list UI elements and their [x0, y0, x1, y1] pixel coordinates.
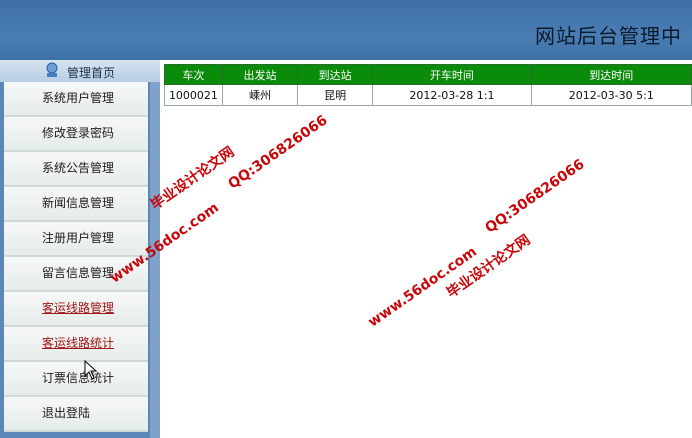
- cell-arrival-station: 昆明: [297, 84, 374, 106]
- sidebar-header[interactable]: 管理首页: [0, 60, 160, 82]
- mouse-cursor-icon: [84, 360, 98, 380]
- sidebar-item-system-users[interactable]: 系统用户管理: [4, 82, 148, 117]
- column-header-departure-time: 开车时间: [372, 64, 532, 85]
- sidebar: 管理首页 系统用户管理 修改登录密码 系统公告管理 新闻信息管理 注册用户管理 …: [0, 60, 160, 438]
- site-title: 网站后台管理中: [535, 24, 682, 48]
- sidebar-item-change-password[interactable]: 修改登录密码: [4, 117, 148, 152]
- cell-arrival-time: 2012-03-30 5:1: [530, 84, 692, 106]
- top-banner: 网站后台管理中: [0, 0, 692, 60]
- main-content: 车次 出发站 到达站 开车时间 到达时间 1000021 嵊州 昆明 2012-…: [160, 60, 692, 438]
- sidebar-menu: 系统用户管理 修改登录密码 系统公告管理 新闻信息管理 注册用户管理 留言信息管…: [4, 82, 148, 432]
- home-icon: [46, 62, 58, 77]
- cell-departure-station: 嵊州: [221, 84, 299, 106]
- cell-train-no: 1000021: [164, 84, 223, 106]
- column-header-train-no: 车次: [164, 64, 223, 85]
- column-header-arrival-time: 到达时间: [530, 64, 692, 85]
- column-header-arrival-station: 到达站: [297, 64, 374, 85]
- column-header-departure-station: 出发站: [221, 64, 299, 85]
- table-row: 1000021 嵊州 昆明 2012-03-28 1:1 2012-03-30 …: [164, 84, 692, 106]
- cell-departure-time: 2012-03-28 1:1: [372, 84, 532, 106]
- sidebar-item-route-statistics[interactable]: 客运线路统计: [4, 327, 148, 362]
- sidebar-home-label: 管理首页: [67, 66, 116, 80]
- sidebar-item-ticket-statistics[interactable]: 订票信息统计: [4, 362, 148, 397]
- sidebar-item-news[interactable]: 新闻信息管理: [4, 187, 148, 222]
- route-table: 车次 出发站 到达站 开车时间 到达时间 1000021 嵊州 昆明 2012-…: [164, 64, 692, 106]
- sidebar-item-registered-users[interactable]: 注册用户管理: [4, 222, 148, 257]
- sidebar-item-logout[interactable]: 退出登陆: [4, 397, 148, 432]
- sidebar-item-route-management[interactable]: 客运线路管理: [4, 292, 148, 327]
- sidebar-item-announcements[interactable]: 系统公告管理: [4, 152, 148, 187]
- table-header-row: 车次 出发站 到达站 开车时间 到达时间: [164, 64, 692, 85]
